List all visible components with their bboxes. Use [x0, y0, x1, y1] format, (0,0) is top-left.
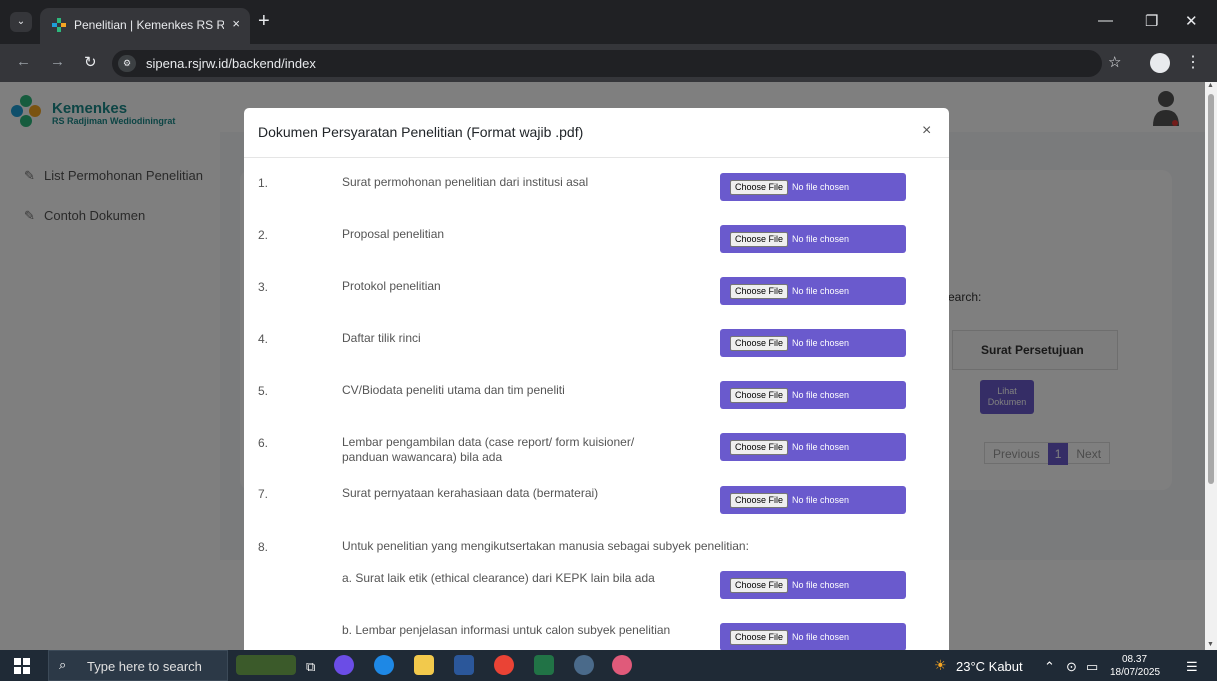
menu-icon[interactable]: ⋮: [1185, 52, 1201, 72]
copilot-icon[interactable]: [334, 655, 354, 675]
modal-close-icon[interactable]: ×: [922, 122, 931, 140]
file-status: No file chosen: [792, 286, 850, 296]
tab-title: Penelitian | Kemenkes RS Radjiman: [74, 18, 224, 32]
choose-file-button[interactable]: Choose File: [730, 630, 789, 645]
favicon-icon: [52, 18, 66, 32]
word-icon[interactable]: [454, 655, 474, 675]
file-input-cv-biodata[interactable]: Choose File No file chosen: [720, 381, 906, 409]
monitor-icon[interactable]: ▭: [1086, 659, 1098, 675]
reload-icon[interactable]: ↻: [84, 53, 97, 71]
choose-file-button[interactable]: Choose File: [730, 388, 789, 403]
file-input-protokol[interactable]: Choose File No file chosen: [720, 277, 906, 305]
row-label: Surat permohonan penelitian dari institu…: [342, 175, 589, 189]
file-input-surat-laik-etik[interactable]: Choose File No file chosen: [720, 571, 906, 599]
app-icon[interactable]: [612, 655, 632, 675]
choose-file-button[interactable]: Choose File: [730, 232, 789, 247]
scroll-down-icon[interactable]: ▼: [1207, 641, 1214, 648]
clock-date[interactable]: 18/07/2025: [1110, 667, 1160, 678]
file-status: No file chosen: [792, 442, 850, 452]
chrome-profile-icon[interactable]: [574, 655, 594, 675]
edge-icon[interactable]: [374, 655, 394, 675]
row-number: 2.: [258, 228, 269, 242]
row-label: Protokol penelitian: [342, 279, 441, 293]
row-label: Lembar pengambilan data (case report/ fo…: [342, 435, 635, 464]
file-status: No file chosen: [792, 632, 850, 642]
choose-file-button[interactable]: Choose File: [730, 336, 789, 351]
file-status: No file chosen: [792, 495, 850, 505]
row-number: 5.: [258, 384, 269, 398]
file-status: No file chosen: [792, 338, 850, 348]
url-text[interactable]: sipena.rsjrw.id/backend/index: [146, 56, 316, 71]
file-input-surat-permohonan[interactable]: Choose File No file chosen: [720, 173, 906, 201]
file-explorer-icon[interactable]: [414, 655, 434, 675]
browser-tab-strip: ⌄ Penelitian | Kemenkes RS Radjiman × + …: [0, 0, 1217, 44]
row-sublabel: b. Lembar penjelasan informasi untuk cal…: [342, 623, 671, 637]
taskbar-search-placeholder: Type here to search: [87, 659, 202, 674]
notification-icon[interactable]: ☰: [1186, 659, 1198, 675]
row-label: Daftar tilik rinci: [342, 331, 421, 345]
task-view-icon[interactable]: ⧉: [306, 659, 315, 675]
new-tab-button[interactable]: +: [258, 10, 270, 33]
close-window-button[interactable]: ✕: [1185, 12, 1198, 30]
restore-button[interactable]: ❐: [1145, 12, 1158, 30]
address-bar[interactable]: ⚙ sipena.rsjrw.id/backend/index: [112, 50, 1102, 77]
search-icon: ⌕: [59, 657, 67, 672]
profile-icon[interactable]: [1150, 53, 1170, 73]
forward-icon[interactable]: →: [50, 53, 65, 70]
modal-title: Dokumen Persyaratan Penelitian (Format w…: [258, 124, 584, 140]
choose-file-button[interactable]: Choose File: [730, 493, 789, 508]
bookmark-star-icon[interactable]: ☆: [1108, 53, 1121, 71]
file-status: No file chosen: [792, 390, 850, 400]
browser-tab[interactable]: Penelitian | Kemenkes RS Radjiman ×: [40, 8, 250, 44]
network-icon[interactable]: ⊙: [1066, 659, 1077, 675]
file-input-lembar-pengambilan-data[interactable]: Choose File No file chosen: [720, 433, 906, 461]
windows-taskbar: ⌕ Type here to search ⧉ ☀ 23°C Kabut ⌃ ⊙…: [0, 650, 1217, 681]
windows-start-icon[interactable]: [14, 658, 30, 674]
scrollbar-thumb[interactable]: [1208, 94, 1214, 484]
file-status: No file chosen: [792, 182, 850, 192]
file-input-lembar-penjelasan[interactable]: Choose File No file chosen: [720, 623, 906, 650]
chrome-icon[interactable]: [494, 655, 514, 675]
choose-file-button[interactable]: Choose File: [730, 180, 789, 195]
page-scrollbar[interactable]: ▲ ▼: [1205, 82, 1217, 650]
back-icon[interactable]: ←: [16, 53, 31, 70]
file-input-daftar-tilik[interactable]: Choose File No file chosen: [720, 329, 906, 357]
row-sublabel: a. Surat laik etik (ethical clearance) d…: [342, 571, 655, 585]
file-status: No file chosen: [792, 234, 850, 244]
tray-chevron-icon[interactable]: ⌃: [1044, 659, 1055, 675]
taskbar-search-box[interactable]: ⌕ Type here to search: [48, 650, 228, 681]
choose-file-button[interactable]: Choose File: [730, 284, 789, 299]
row-label: CV/Biodata peneliti utama dan tim peneli…: [342, 383, 565, 397]
excel-icon[interactable]: [534, 655, 554, 675]
weather-icon: ☀: [934, 657, 947, 673]
choose-file-button[interactable]: Choose File: [730, 440, 789, 455]
row-label: Surat pernyataan kerahasiaan data (berma…: [342, 486, 599, 500]
row-label: Untuk penelitian yang mengikutsertakan m…: [342, 539, 749, 553]
clock-time[interactable]: 08.37: [1122, 654, 1147, 665]
row-number: 1.: [258, 176, 269, 190]
document-requirements-modal: Dokumen Persyaratan Penelitian (Format w…: [244, 108, 949, 650]
row-label: Proposal penelitian: [342, 227, 445, 241]
browser-toolbar: ← → ↻ ⚙ sipena.rsjrw.id/backend/index ☆ …: [0, 44, 1217, 82]
file-input-proposal[interactable]: Choose File No file chosen: [720, 225, 906, 253]
weather-text[interactable]: 23°C Kabut: [956, 659, 1023, 674]
tab-close-icon[interactable]: ×: [232, 16, 240, 31]
row-number: 8.: [258, 540, 269, 554]
choose-file-button[interactable]: Choose File: [730, 578, 789, 593]
row-number: 7.: [258, 487, 269, 501]
site-info-icon[interactable]: ⚙: [118, 55, 136, 72]
minimize-button[interactable]: —: [1098, 12, 1113, 29]
scroll-up-icon[interactable]: ▲: [1207, 82, 1214, 89]
file-status: No file chosen: [792, 580, 850, 590]
row-number: 4.: [258, 332, 269, 346]
tab-search-chevron-icon[interactable]: ⌄: [10, 12, 32, 32]
modal-header: Dokumen Persyaratan Penelitian (Format w…: [244, 108, 949, 158]
news-widget-icon[interactable]: [236, 655, 296, 675]
row-number: 6.: [258, 436, 269, 450]
row-number: 3.: [258, 280, 269, 294]
file-input-surat-kerahasiaan[interactable]: Choose File No file chosen: [720, 486, 906, 514]
